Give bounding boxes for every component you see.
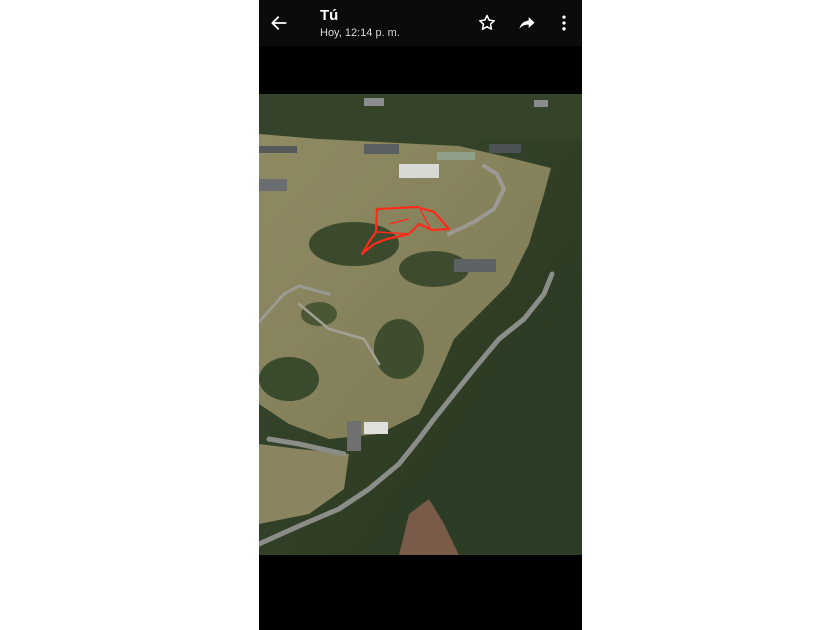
aerial-photo-image [259,94,582,555]
arrow-left-icon [271,16,287,30]
top-app-bar: Tú Hoy, 12:14 p. m. [259,0,582,46]
share-forward-icon [519,17,535,29]
star-outline-icon [479,14,495,30]
phone-screen: Tú Hoy, 12:14 p. m. [259,0,582,630]
overflow-menu-button[interactable] [549,8,579,38]
back-button[interactable] [264,8,294,38]
message-timestamp: Hoy, 12:14 p. m. [320,27,400,39]
chat-title: Tú [320,7,339,24]
star-button[interactable] [472,8,502,38]
forward-button[interactable] [512,8,542,38]
more-vertical-icon [562,15,566,31]
aerial-photo[interactable] [259,94,582,555]
